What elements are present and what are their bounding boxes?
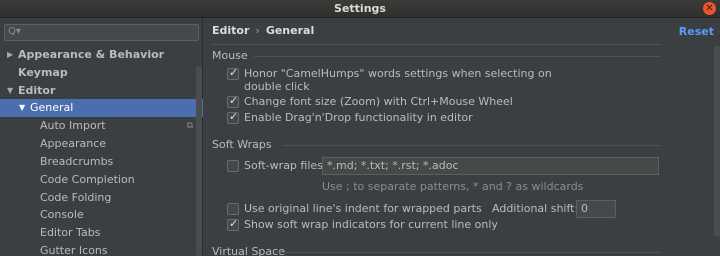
soft-wrap-files-checkbox[interactable] — [227, 160, 239, 172]
breadcrumb: Editor › General — [212, 24, 314, 37]
sidebar-item-appearance[interactable]: Appearance — [0, 135, 203, 153]
sidebar-item-label: Editor — [18, 84, 56, 97]
additional-shift-label: Additional shift: — [492, 202, 579, 215]
dragdrop-label: Enable Drag'n'Drop functionality in edit… — [244, 111, 473, 124]
search-icon: Q▾ — [8, 26, 21, 37]
wrap-indicators-label: Show soft wrap indicators for current li… — [244, 218, 498, 231]
breadcrumb-separator: › — [255, 24, 260, 37]
sidebar-item-code-completion[interactable]: Code Completion — [0, 171, 203, 189]
title-bar: Settings ✕ — [0, 0, 720, 18]
sidebar-item-label: Editor Tabs — [40, 226, 101, 239]
search-input[interactable]: Q▾ — [4, 24, 199, 41]
sidebar-item-breadcrumbs[interactable]: Breadcrumbs — [0, 153, 203, 171]
sidebar-item-label: Appearance — [40, 137, 107, 150]
sidebar-item-editor-tabs[interactable]: Editor Tabs — [0, 224, 203, 242]
sidebar-item-label: Gutter Icons — [40, 244, 108, 256]
section-divider — [254, 56, 660, 57]
sidebar-item-label: Keymap — [18, 66, 68, 79]
chevron-down-icon[interactable]: ▼ — [7, 82, 13, 100]
reset-link[interactable]: Reset — [679, 25, 714, 38]
sidebar-item-code-folding[interactable]: Code Folding — [0, 189, 203, 207]
camelhumps-label-line2: double click — [244, 80, 310, 93]
camelhumps-checkbox[interactable] — [227, 66, 239, 80]
sidebar-item-general[interactable]: ▼ General — [0, 99, 203, 117]
chevron-down-icon[interactable]: ▼ — [19, 99, 25, 117]
zoom-checkbox[interactable] — [227, 94, 239, 108]
copy-icon: ⧉ — [186, 121, 193, 131]
window-title: Settings — [334, 2, 386, 15]
panel-scrollbar[interactable] — [714, 46, 720, 236]
sidebar-item-label: Auto Import — [40, 119, 106, 132]
additional-shift-input[interactable]: 0 — [576, 200, 616, 218]
dragdrop-checkbox[interactable] — [227, 110, 239, 124]
sidebar-item-label: Code Completion — [40, 173, 135, 186]
sidebar-item-label: Appearance & Behavior — [18, 48, 165, 61]
camelhumps-label: Honor "CamelHumps" words settings when s… — [244, 67, 552, 80]
section-title-soft-wraps: Soft Wraps — [212, 138, 272, 151]
settings-panel: Editor › General Reset Mouse Honor "CamelH… — [204, 18, 720, 256]
sidebar-item-gutter-icons[interactable]: Gutter Icons — [0, 242, 203, 256]
wrap-indicators-checkbox[interactable] — [227, 217, 239, 231]
sidebar-item-label: Console — [40, 208, 84, 221]
soft-wrap-hint: Use ; to separate patterns, * and ? as w… — [322, 180, 584, 193]
soft-wrap-files-label: Soft-wrap files: — [244, 159, 327, 172]
sidebar-item-label: Breadcrumbs — [40, 155, 114, 168]
section-divider — [276, 252, 660, 253]
sidebar-item-console[interactable]: Console — [0, 206, 203, 224]
section-divider — [282, 145, 660, 146]
breadcrumb-parent[interactable]: Editor — [212, 24, 249, 37]
section-title-virtual-space: Virtual Space — [212, 245, 285, 256]
close-icon[interactable]: ✕ — [703, 2, 716, 15]
header-divider — [212, 44, 662, 45]
section-title-mouse: Mouse — [212, 49, 248, 62]
original-indent-label: Use original line's indent for wrapped p… — [244, 202, 482, 215]
chevron-right-icon[interactable]: ▶ — [7, 46, 13, 64]
sidebar-item-appearance-behavior[interactable]: ▶ Appearance & Behavior — [0, 46, 203, 64]
sidebar: Q▾ ▶ Appearance & Behavior Keymap ▼ Edit… — [0, 18, 203, 256]
sidebar-scrollbar[interactable] — [196, 66, 202, 256]
original-indent-checkbox[interactable] — [227, 203, 239, 215]
zoom-label: Change font size (Zoom) with Ctrl+Mouse … — [244, 95, 513, 108]
sidebar-item-label: General — [30, 101, 74, 114]
sidebar-item-keymap[interactable]: Keymap — [0, 64, 203, 82]
sidebar-item-auto-import[interactable]: Auto Import ⧉ — [0, 117, 203, 135]
sidebar-item-label: Code Folding — [40, 191, 112, 204]
sidebar-item-editor[interactable]: ▼ Editor — [0, 82, 203, 100]
soft-wrap-files-input[interactable]: *.md; *.txt; *.rst; *.adoc — [322, 157, 659, 175]
breadcrumb-current: General — [265, 24, 315, 37]
